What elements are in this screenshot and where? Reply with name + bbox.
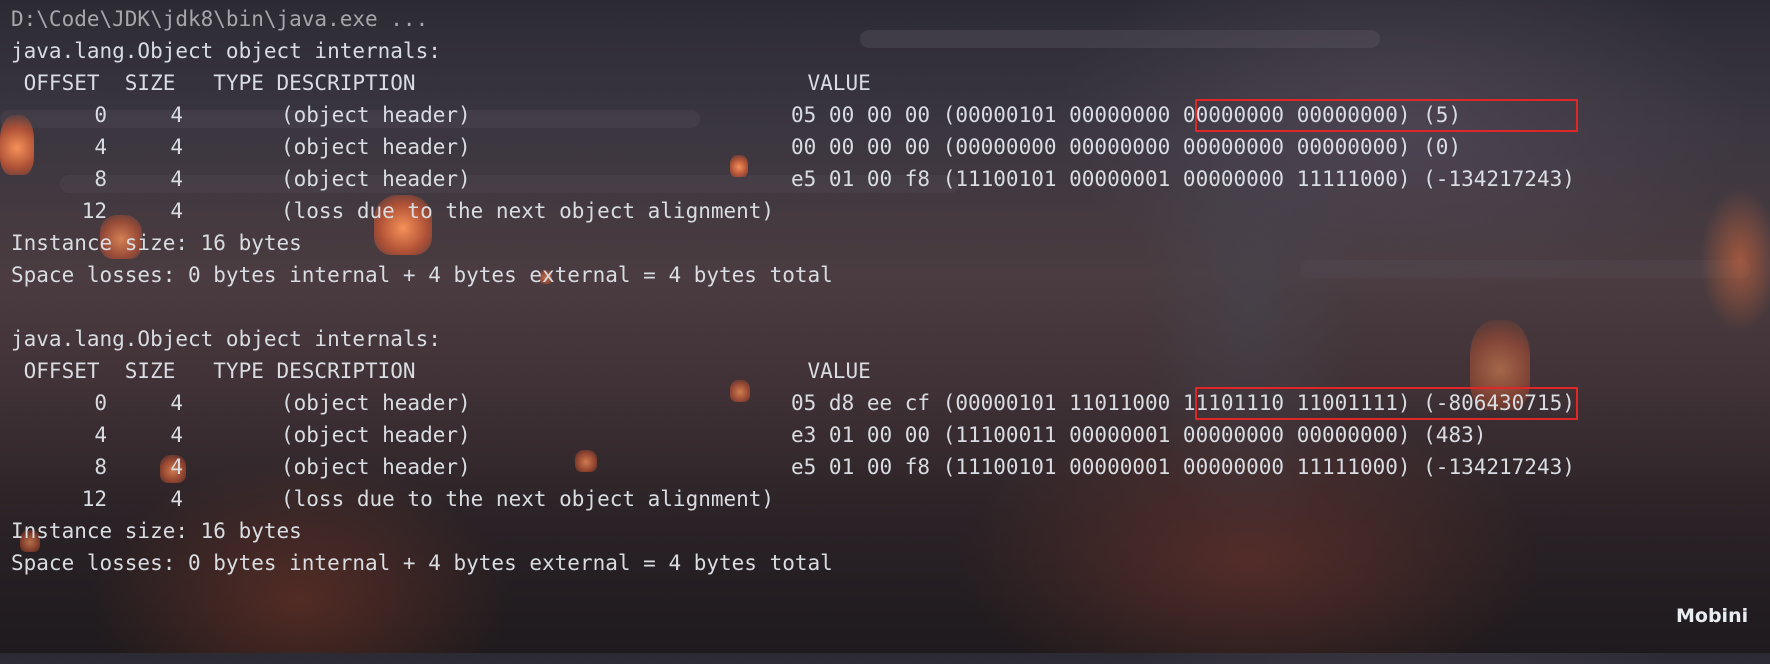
row-size: 4	[170, 167, 183, 191]
table-row: 4 4 (object header) 00 00 00 00 (0000000…	[11, 132, 1770, 162]
row-description: (object header)	[281, 391, 471, 415]
row-description: (object header)	[281, 423, 471, 447]
table-row: 8 4 (object header) e5 01 00 f8 (1110010…	[11, 164, 1770, 194]
row-description: (loss due to the next object alignment)	[281, 199, 775, 223]
row-size: 4	[170, 391, 183, 415]
highlight-box-hash-bits	[1195, 387, 1578, 420]
row-description: (object header)	[281, 455, 471, 479]
row-description: (object header)	[281, 135, 471, 159]
instance-size-text: Instance size: 16 bytes	[11, 519, 302, 543]
row-value: e5 01 00 f8 (11100101 00000001 00000000 …	[791, 455, 1575, 479]
row-size: 4	[170, 423, 183, 447]
row-offset: 0	[94, 103, 107, 127]
row-offset: 12	[81, 487, 107, 511]
watermark-text: Mobini	[1676, 605, 1749, 627]
table-row: 8 4 (object header) e5 01 00 f8 (1110010…	[11, 452, 1770, 482]
row-size: 4	[170, 455, 183, 479]
row-offset: 8	[94, 167, 107, 191]
highlight-box-mark-word	[1195, 99, 1578, 132]
row-size: 4	[170, 103, 183, 127]
row-size: 4	[170, 135, 183, 159]
space-losses-text: Space losses: 0 bytes internal + 4 bytes…	[11, 551, 833, 575]
instance-size-text: Instance size: 16 bytes	[11, 231, 302, 255]
table-row: 12 4 (loss due to the next object alignm…	[11, 196, 1770, 226]
row-description: (object header)	[281, 103, 471, 127]
table-row: 12 4 (loss due to the next object alignm…	[11, 484, 1770, 514]
command-line: D:\Code\JDK\jdk8\bin\java.exe ...	[11, 7, 429, 31]
row-offset: 0	[94, 391, 107, 415]
row-description: (object header)	[281, 167, 471, 191]
row-offset: 12	[81, 199, 107, 223]
row-offset: 4	[94, 135, 107, 159]
space-losses-text: Space losses: 0 bytes internal + 4 bytes…	[11, 263, 833, 287]
table-row: 4 4 (object header) e3 01 00 00 (1110001…	[11, 420, 1770, 450]
row-size: 4	[170, 199, 183, 223]
row-value: e3 01 00 00 (11100011 00000001 00000000 …	[791, 423, 1487, 447]
row-value: 00 00 00 00 (00000000 00000000 00000000 …	[791, 135, 1462, 159]
block-1-title: java.lang.Object object internals:	[11, 39, 441, 63]
row-value: e5 01 00 f8 (11100101 00000001 00000000 …	[791, 167, 1575, 191]
block-2-column-header: OFFSET SIZE TYPE DESCRIPTION VALUE	[11, 359, 871, 383]
block-1-column-header: OFFSET SIZE TYPE DESCRIPTION VALUE	[11, 71, 871, 95]
row-description: (loss due to the next object alignment)	[281, 487, 775, 511]
row-offset: 8	[94, 455, 107, 479]
row-size: 4	[170, 487, 183, 511]
block-2-title: java.lang.Object object internals:	[11, 327, 441, 351]
row-offset: 4	[94, 423, 107, 447]
